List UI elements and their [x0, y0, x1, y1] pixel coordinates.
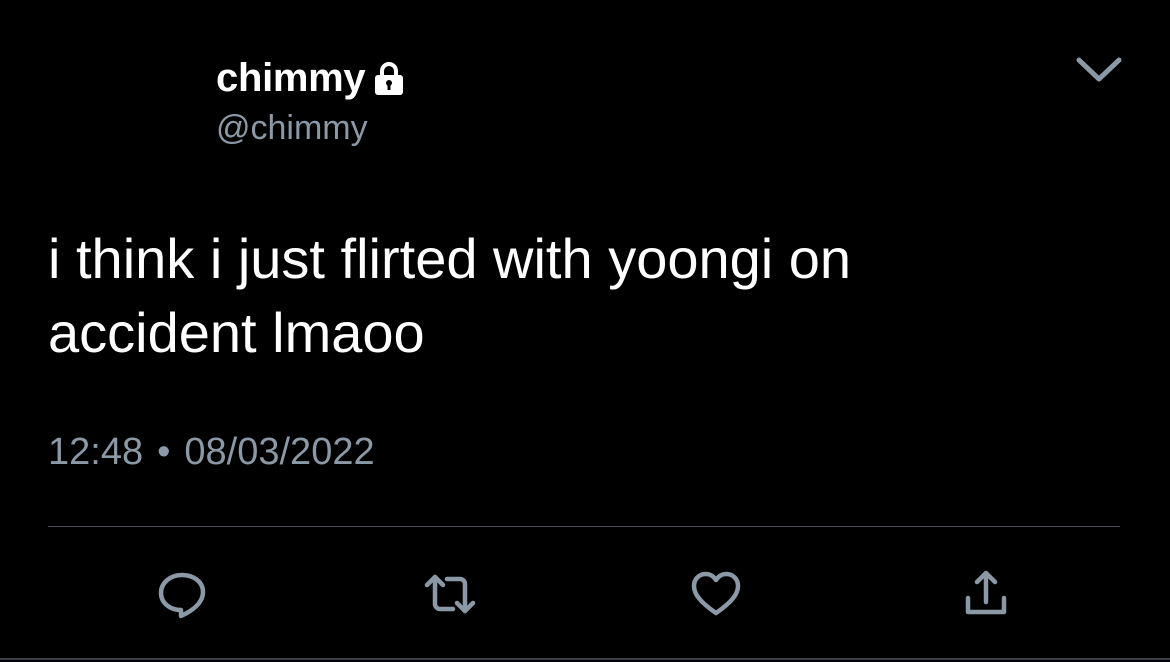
tweet-timestamp: 12:48 • 08/03/2022	[48, 428, 375, 476]
divider	[48, 526, 1120, 527]
retweet-icon	[424, 574, 476, 614]
chevron-down-icon[interactable]	[1072, 50, 1126, 90]
display-name[interactable]: chimmy	[216, 52, 366, 104]
name-row: chimmy	[216, 52, 409, 104]
lock-icon	[369, 59, 409, 99]
retweet-button[interactable]	[422, 566, 478, 622]
reply-button[interactable]	[154, 566, 210, 622]
share-icon	[965, 570, 1007, 615]
share-button[interactable]	[958, 566, 1014, 622]
bottom-border	[0, 658, 1170, 660]
like-button[interactable]	[688, 566, 744, 622]
tweet-time: 12:48	[48, 431, 144, 473]
timestamp-separator: •	[157, 431, 171, 473]
heart-icon	[691, 571, 741, 616]
reply-icon	[158, 572, 206, 619]
user-handle[interactable]: @chimmy	[216, 108, 409, 148]
tweet-header: chimmy @chimmy	[216, 52, 409, 148]
tweet-date: 08/03/2022	[184, 431, 375, 473]
tweet-text: i think i just flirted with yoongi on ac…	[48, 227, 852, 364]
